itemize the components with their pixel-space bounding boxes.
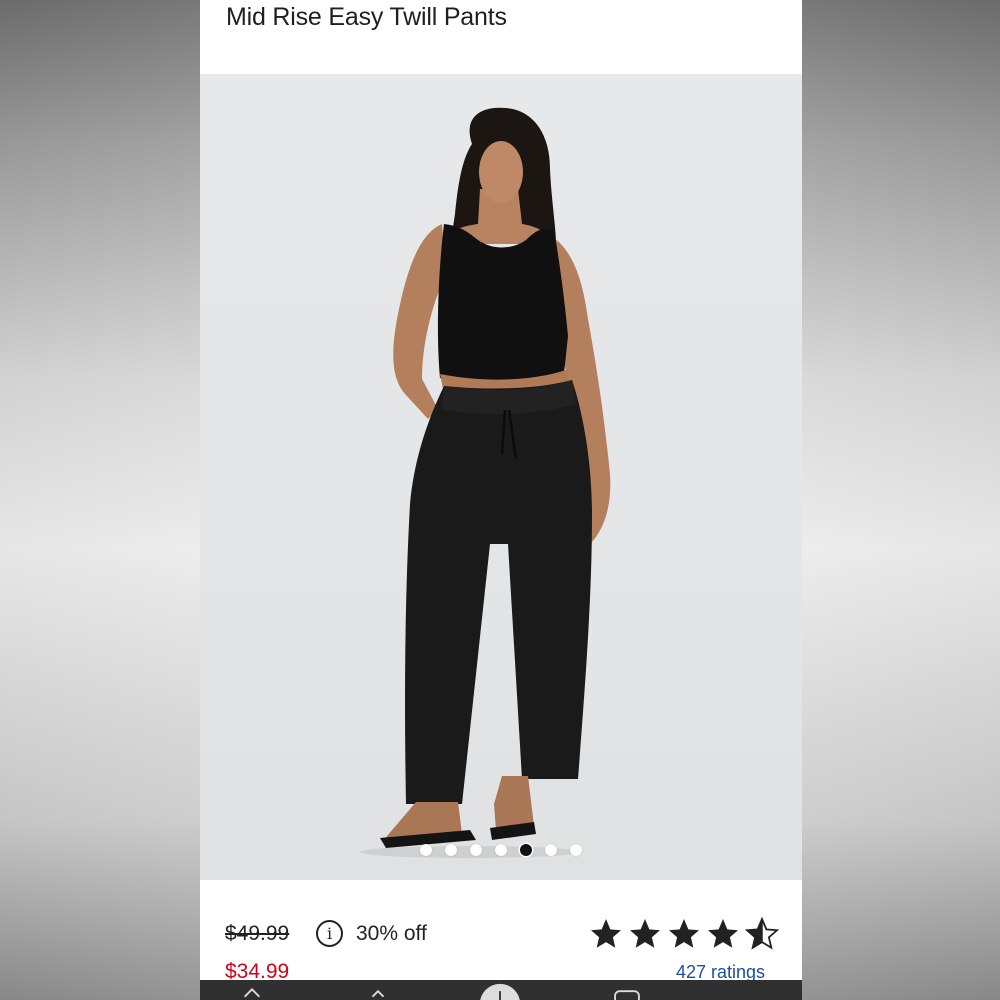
- back-icon[interactable]: [366, 982, 390, 1000]
- carousel-dot[interactable]: [495, 844, 507, 856]
- carousel-dot[interactable]: [545, 844, 557, 856]
- carousel-dot[interactable]: [420, 844, 432, 856]
- star-full-icon: [591, 919, 621, 948]
- phone-screen: Mid Rise Easy Twill Pants $49.99 i 30% o…: [200, 0, 802, 1000]
- star-rating[interactable]: [588, 916, 780, 952]
- star-full-icon: [669, 919, 699, 948]
- title-bar: Mid Rise Easy Twill Pants: [200, 0, 802, 74]
- star-half-icon: [744, 916, 780, 950]
- tabs-icon[interactable]: [610, 982, 644, 1000]
- home-icon[interactable]: [240, 982, 264, 1000]
- discount-label: 30% off: [356, 922, 427, 945]
- product-title: Mid Rise Easy Twill Pants: [226, 3, 507, 31]
- model-pants: [405, 380, 592, 804]
- carousel-dots: [200, 844, 802, 856]
- model-tank-top: [437, 224, 568, 384]
- model-face: [479, 141, 523, 203]
- carousel-dot[interactable]: [470, 844, 482, 856]
- add-icon[interactable]: [476, 982, 524, 1000]
- model-right-foot: [494, 776, 534, 830]
- bottom-nav-bar: [200, 980, 802, 1000]
- info-icon[interactable]: i: [316, 920, 343, 947]
- left-backdrop: [0, 0, 200, 1000]
- original-price: $49.99: [225, 922, 290, 945]
- star-full-icon: [630, 919, 660, 948]
- carousel-dot[interactable]: [570, 844, 582, 856]
- carousel-dot[interactable]: [445, 844, 457, 856]
- right-backdrop: [800, 0, 1000, 1000]
- product-photo: [360, 107, 611, 858]
- carousel-dot-active[interactable]: [520, 844, 532, 856]
- product-image-carousel[interactable]: [200, 74, 802, 880]
- price-panel: $49.99 i 30% off $34.99 427 ratings: [200, 880, 802, 983]
- star-full-icon: [708, 919, 738, 948]
